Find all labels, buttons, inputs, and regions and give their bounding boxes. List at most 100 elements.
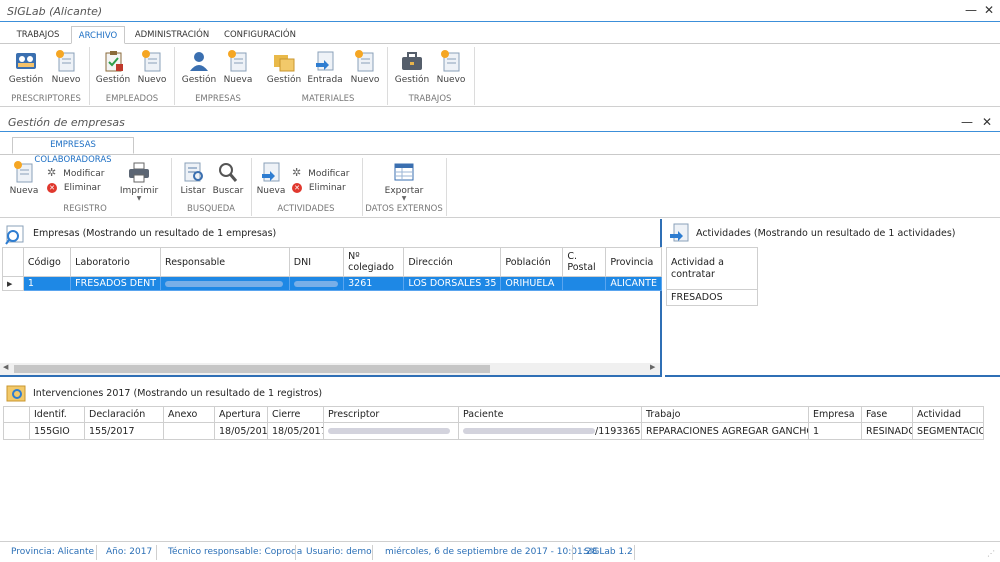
column-header[interactable]: Dirección bbox=[403, 247, 502, 277]
exportar-button[interactable]: Exportar ▼ bbox=[382, 161, 426, 202]
prescriptores-nuevo-button[interactable]: Nuevo bbox=[46, 50, 86, 85]
materiales-nuevo-button[interactable]: Nuevo bbox=[345, 50, 385, 85]
column-header[interactable]: DNI bbox=[288, 247, 345, 277]
table-row[interactable]: FRESADOS bbox=[666, 289, 758, 306]
close-button[interactable]: ✕ bbox=[982, 3, 996, 17]
column-header[interactable]: Trabajo bbox=[641, 406, 809, 423]
tab-administracion[interactable]: ADMINISTRACIÓN bbox=[132, 26, 212, 44]
actividades-nueva-button[interactable]: Nueva bbox=[252, 161, 290, 196]
registro-modificar-button[interactable]: ✲ Modificar bbox=[47, 166, 104, 180]
magnifier-icon bbox=[216, 161, 240, 183]
scroll-right-icon[interactable]: ▶ bbox=[650, 363, 655, 371]
column-header[interactable]: Responsable bbox=[160, 247, 290, 277]
registro-eliminar-button[interactable]: ✕ Eliminar bbox=[47, 181, 101, 195]
new-doc-icon bbox=[439, 50, 463, 72]
button-label: Buscar bbox=[212, 186, 244, 196]
new-doc-icon bbox=[12, 161, 36, 183]
minimize-button[interactable]: — bbox=[964, 3, 978, 17]
actividades-modificar-button[interactable]: ✲ Modificar bbox=[292, 166, 349, 180]
tab-archivo[interactable]: ARCHIVO bbox=[71, 26, 125, 44]
column-header[interactable]: Provincia bbox=[605, 247, 662, 277]
import-icon bbox=[668, 222, 690, 247]
column-header[interactable]: Paciente bbox=[458, 406, 642, 423]
button-label: Gestión bbox=[95, 75, 131, 85]
cell-provincia: ALICANTE bbox=[605, 276, 662, 291]
resize-grip-icon[interactable]: ⋰ bbox=[987, 549, 995, 558]
trabajos-nuevo-button[interactable]: Nuevo bbox=[431, 50, 471, 85]
status-fecha: miércoles, 6 de septiembre de 2017 - 10:… bbox=[385, 547, 598, 557]
chevron-down-icon: ▼ bbox=[401, 195, 407, 202]
button-label: Nueva bbox=[223, 75, 253, 85]
subwindow-minimize-button[interactable]: — bbox=[960, 115, 974, 129]
group-label-datos-externos: DATOS EXTERNOS bbox=[365, 204, 443, 214]
column-header[interactable]: Anexo bbox=[163, 406, 215, 423]
cell-colegiado: 3261 bbox=[343, 276, 405, 291]
folders-icon bbox=[272, 50, 296, 72]
button-label: Entrada bbox=[307, 75, 343, 85]
status-usuario: Usuario: demo bbox=[306, 547, 372, 557]
import-icon bbox=[259, 161, 283, 183]
busqueda-listar-button[interactable]: Listar bbox=[175, 161, 211, 196]
materiales-entrada-button[interactable]: Entrada bbox=[305, 50, 345, 85]
prescriptores-gestion-button[interactable]: Gestión bbox=[6, 50, 46, 85]
column-header[interactable]: Laboratorio bbox=[70, 247, 162, 277]
column-header[interactable]: Nº colegiado bbox=[343, 247, 405, 277]
button-label: Nuevo bbox=[51, 75, 81, 85]
empresas-panel: Empresas (Mostrando un resultado de 1 em… bbox=[0, 219, 662, 377]
empresas-gestion-button[interactable]: Gestión bbox=[179, 50, 219, 85]
column-header[interactable]: Actividad bbox=[912, 406, 984, 423]
cell-fase: RESINADO bbox=[861, 422, 913, 440]
status-anio: Año: 2017 bbox=[106, 547, 153, 557]
empleados-gestion-button[interactable]: Gestión bbox=[93, 50, 133, 85]
clipboard-icon bbox=[101, 50, 125, 72]
column-header[interactable]: Empresa bbox=[808, 406, 862, 423]
column-header[interactable]: Fase bbox=[861, 406, 913, 423]
subwindow-close-button[interactable]: ✕ bbox=[980, 115, 994, 129]
busqueda-buscar-button[interactable]: Buscar bbox=[210, 161, 246, 196]
column-header[interactable]: Identif. bbox=[29, 406, 85, 423]
scroll-left-icon[interactable]: ◀ bbox=[3, 363, 8, 371]
cell-prescriptor-redacted bbox=[323, 422, 459, 440]
materiales-gestion-button[interactable]: Gestión bbox=[264, 50, 304, 85]
column-header[interactable]: Declaración bbox=[84, 406, 164, 423]
button-label: Gestión bbox=[8, 75, 44, 85]
column-header[interactable]: C. Postal bbox=[562, 247, 607, 277]
folder-search-icon bbox=[5, 382, 27, 407]
column-header[interactable]: Cierre bbox=[267, 406, 324, 423]
column-header[interactable]: Código bbox=[22, 247, 72, 277]
row-header-cell bbox=[3, 422, 30, 440]
gear-icon: ✲ bbox=[47, 166, 57, 179]
gear-icon: ✲ bbox=[292, 166, 302, 179]
trabajos-gestion-button[interactable]: Gestión bbox=[392, 50, 432, 85]
column-header[interactable]: Población bbox=[500, 247, 564, 277]
cell-anexo bbox=[163, 422, 215, 440]
status-provincia: Provincia: Alicante bbox=[11, 547, 95, 557]
actividades-eliminar-button[interactable]: ✕ Eliminar bbox=[292, 181, 346, 195]
group-label-empresas: EMPRESAS bbox=[195, 94, 241, 104]
empresas-panel-title: Empresas (Mostrando un resultado de 1 em… bbox=[33, 228, 277, 239]
scrollbar-thumb[interactable] bbox=[14, 365, 490, 373]
button-label: Nuevo bbox=[436, 75, 466, 85]
table-row[interactable]: 155GIO 155/2017 18/05/2017 18/05/2017 /1… bbox=[3, 422, 984, 440]
delete-icon: ✕ bbox=[47, 182, 57, 193]
tab-empresas-colaboradoras[interactable]: EMPRESAS COLABORADORAS bbox=[12, 137, 134, 165]
row-header bbox=[3, 406, 30, 423]
new-doc-icon bbox=[226, 50, 250, 72]
group-label-registro: REGISTRO bbox=[63, 204, 107, 214]
column-header[interactable]: Prescriptor bbox=[323, 406, 459, 423]
tab-trabajos[interactable]: TRABAJOS bbox=[10, 26, 66, 44]
table-row[interactable]: ▶ 1 FRESADOS DENT 3261 LOS DORSALES 35 O… bbox=[2, 276, 662, 291]
group-label-materiales: MATERIALES bbox=[301, 94, 355, 104]
tab-configuracion[interactable]: CONFIGURACIÓN bbox=[220, 26, 300, 44]
horizontal-scrollbar[interactable]: ◀ ▶ bbox=[0, 363, 660, 375]
registro-nueva-button[interactable]: Nueva bbox=[5, 161, 43, 196]
button-label: Eliminar bbox=[63, 183, 101, 193]
button-label: Listar bbox=[180, 186, 206, 196]
column-header[interactable]: Apertura bbox=[214, 406, 268, 423]
column-header[interactable]: Actividad a contratar bbox=[666, 247, 758, 290]
empresas-nueva-button[interactable]: Nueva bbox=[218, 50, 258, 85]
empleados-nuevo-button[interactable]: Nuevo bbox=[132, 50, 172, 85]
registro-imprimir-button[interactable]: Imprimir ▼ bbox=[118, 161, 160, 202]
sub-ribbon: Nueva ✲ Modificar ✕ Eliminar Imprimir ▼ … bbox=[0, 154, 1000, 218]
row-pointer-icon: ▶ bbox=[2, 276, 24, 291]
